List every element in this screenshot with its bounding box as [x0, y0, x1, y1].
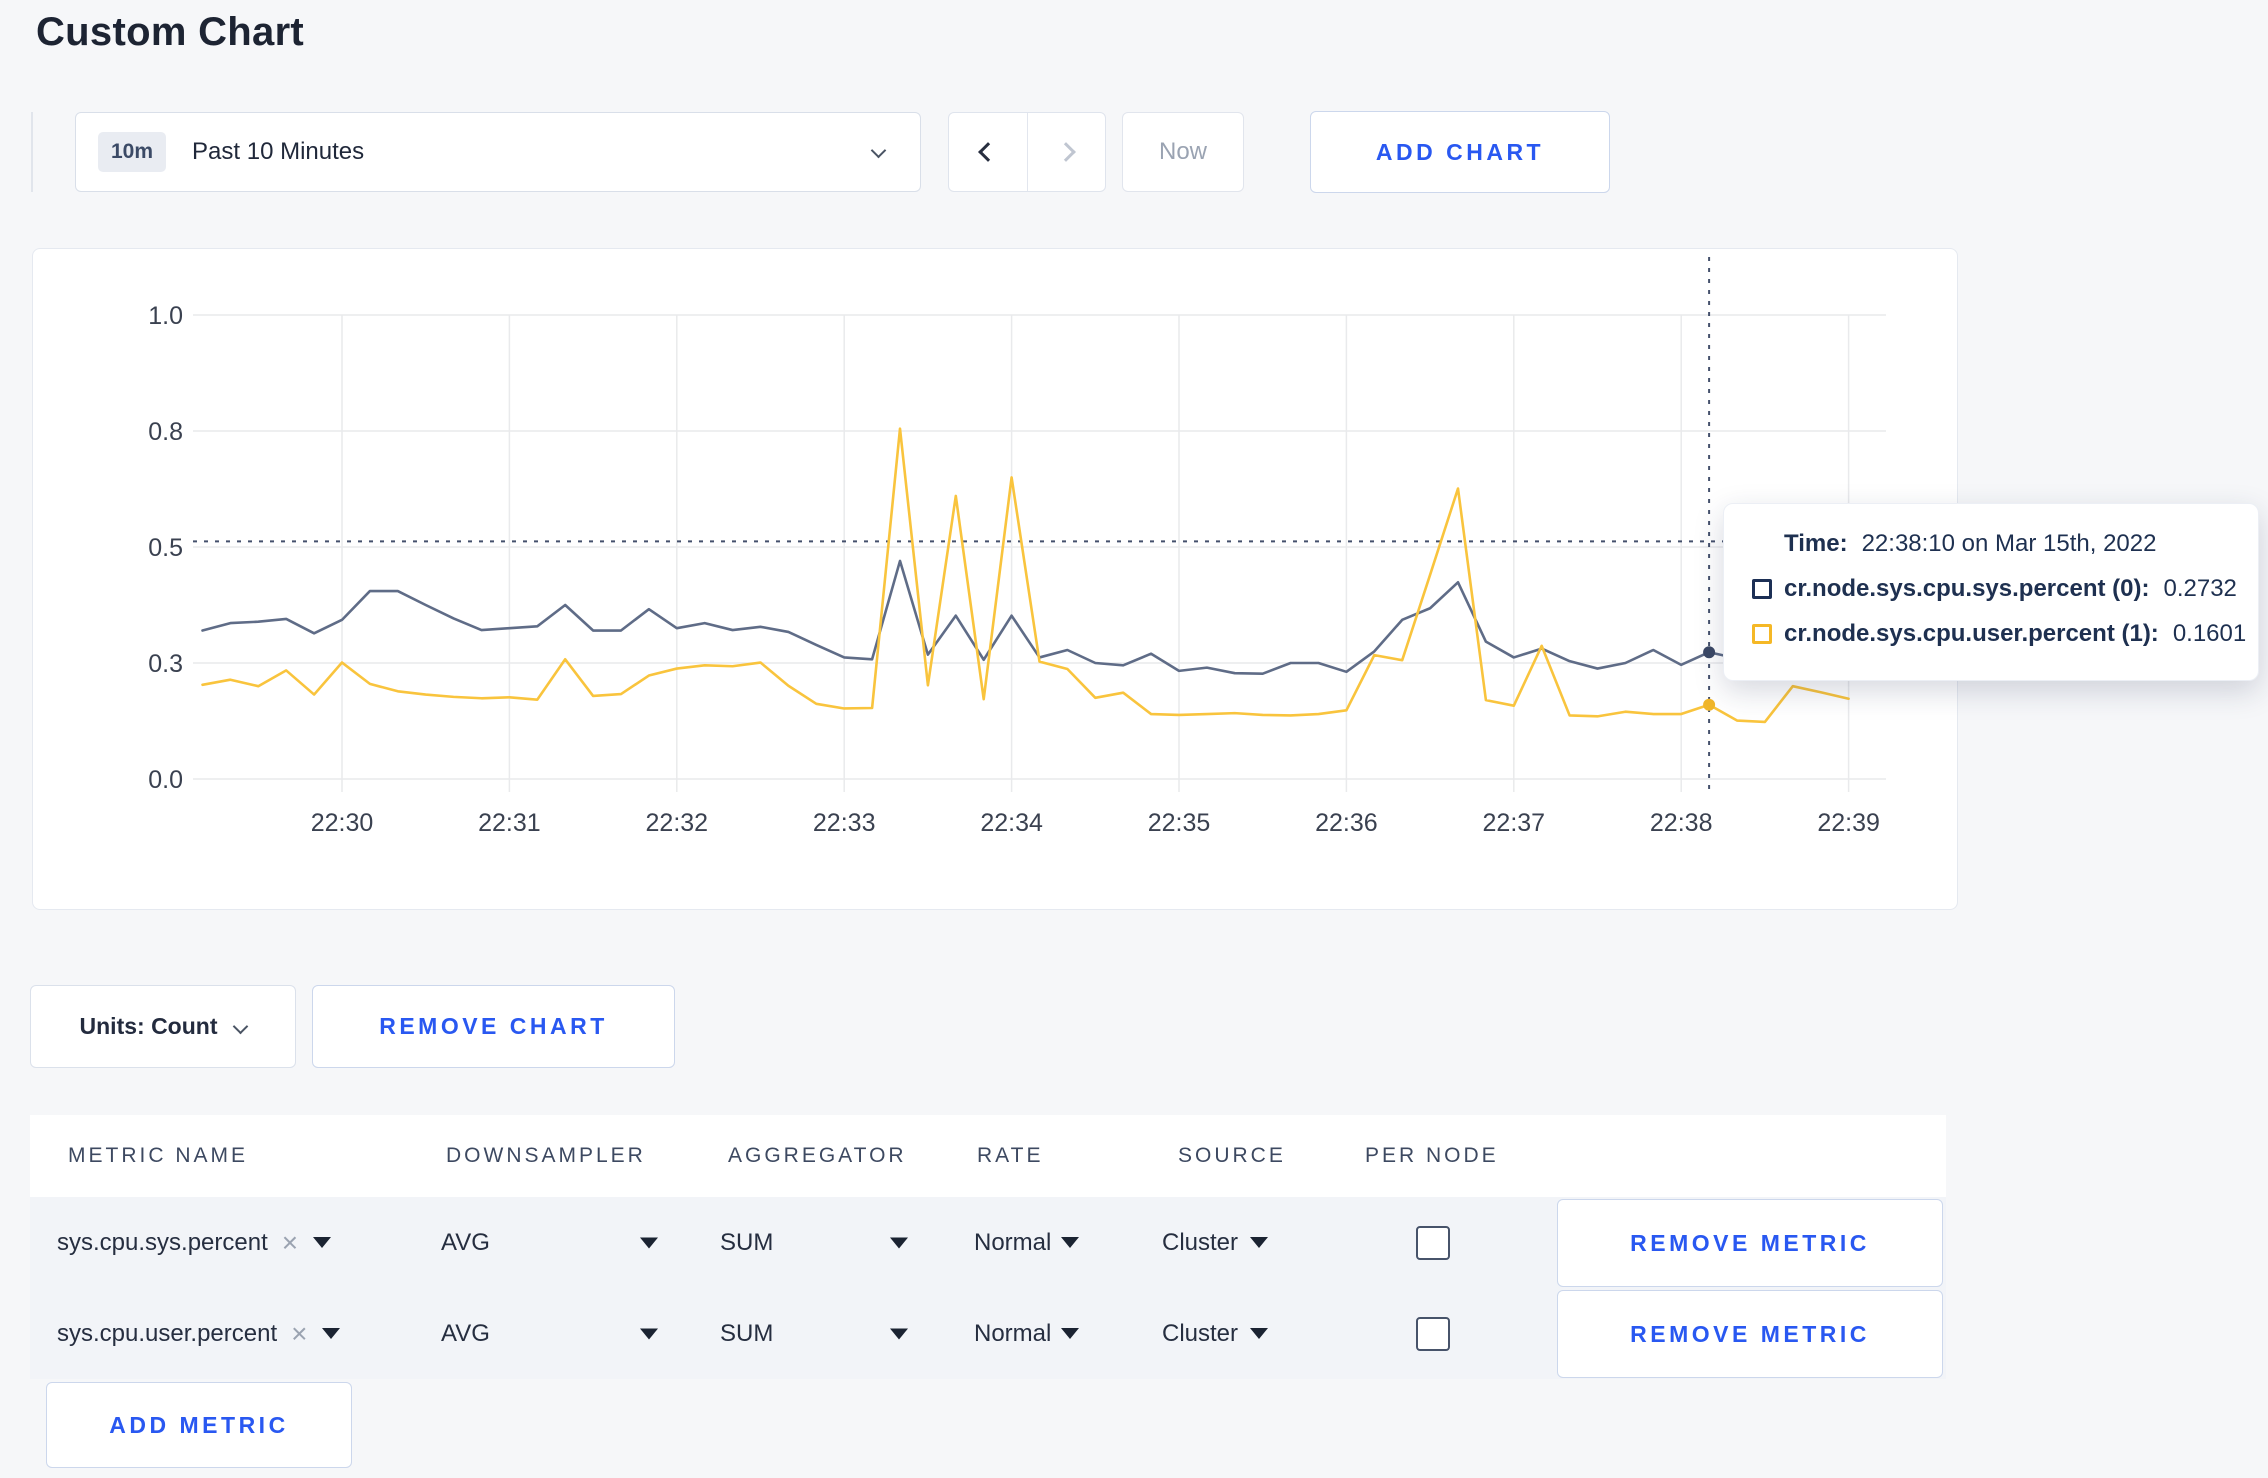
source-select[interactable]: Cluster: [1162, 1319, 1269, 1348]
col-header-rate: RATE: [977, 1144, 1044, 1167]
svg-text:0.8: 0.8: [148, 418, 183, 446]
col-header-aggregator: AGGREGATOR: [728, 1144, 907, 1167]
svg-text:22:37: 22:37: [1483, 809, 1546, 837]
caret-down-icon: [1061, 1237, 1080, 1248]
metrics-table-body: sys.cpu.sys.percent × AVG SUM Normal Clu…: [30, 1197, 1946, 1379]
col-header-source: SOURCE: [1178, 1144, 1286, 1167]
remove-metric-button[interactable]: REMOVE METRIC: [1557, 1199, 1943, 1287]
caret-down-icon: [313, 1237, 332, 1248]
source-label: Cluster: [1162, 1228, 1239, 1256]
add-metric-button[interactable]: ADD METRIC: [46, 1382, 352, 1468]
svg-text:22:32: 22:32: [646, 809, 709, 837]
tooltip-series-row: cr.node.sys.cpu.sys.percent (0): 0.2732: [1752, 574, 2258, 604]
tooltip-series-row: cr.node.sys.cpu.user.percent (1): 0.1601: [1752, 619, 2258, 649]
source-select[interactable]: Cluster: [1162, 1228, 1269, 1257]
caret-down-icon: [1061, 1328, 1080, 1339]
time-range-label: Past 10 Minutes: [192, 138, 365, 165]
chart-card: 0.0 0.3 0.5 0.8 1.0 22:30 22:31 22:32 22:33 22:34…: [32, 248, 1958, 910]
page-title: Custom Chart: [36, 10, 305, 54]
source-label: Cluster: [1162, 1319, 1239, 1347]
metric-name-dropdown[interactable]: sys.cpu.user.percent ×: [57, 1319, 341, 1348]
col-header-downsampler: DOWNSAMPLER: [446, 1144, 646, 1167]
svg-text:22:39: 22:39: [1817, 809, 1880, 837]
aggregator-select[interactable]: SUM: [720, 1320, 773, 1348]
chevron-down-icon: [233, 1018, 249, 1035]
toolbar-divider: [31, 112, 33, 192]
tooltip-time-label: Time:: [1784, 530, 1848, 557]
add-chart-button[interactable]: ADD CHART: [1310, 111, 1610, 193]
tooltip-time-value: 22:38:10 on Mar 15th, 2022: [1861, 530, 2157, 557]
metric-name-dropdown[interactable]: sys.cpu.sys.percent ×: [57, 1228, 332, 1257]
svg-text:0.5: 0.5: [148, 534, 183, 562]
chart-tooltip: Time: 22:38:10 on Mar 15th, 2022 cr.node…: [1723, 503, 2259, 681]
col-header-metric-name: METRIC NAME: [68, 1144, 248, 1167]
per-node-checkbox[interactable]: [1416, 1225, 1450, 1260]
per-node-checkbox[interactable]: [1416, 1316, 1450, 1351]
chevron-right-icon: [1056, 142, 1077, 162]
rate-select[interactable]: Normal: [974, 1228, 1080, 1257]
rate-select[interactable]: Normal: [974, 1319, 1080, 1348]
svg-text:0.0: 0.0: [148, 766, 183, 794]
downsampler-select[interactable]: AVG: [441, 1229, 490, 1257]
remove-chart-button[interactable]: REMOVE CHART: [312, 985, 675, 1068]
svg-text:22:33: 22:33: [813, 809, 876, 837]
table-row: sys.cpu.user.percent × AVG SUM Normal Cl…: [30, 1288, 1946, 1379]
time-forward-button[interactable]: [1028, 113, 1106, 191]
svg-text:22:30: 22:30: [311, 809, 374, 837]
caret-down-icon: [322, 1328, 341, 1339]
svg-text:22:31: 22:31: [478, 809, 541, 837]
tooltip-series-label: cr.node.sys.cpu.sys.percent (0):: [1784, 575, 2150, 602]
svg-text:22:38: 22:38: [1650, 809, 1713, 837]
table-row: sys.cpu.sys.percent × AVG SUM Normal Clu…: [30, 1197, 1946, 1288]
caret-down-icon[interactable]: [640, 1237, 658, 1248]
svg-text:22:35: 22:35: [1148, 809, 1211, 837]
col-header-per-node: PER NODE: [1365, 1144, 1499, 1167]
rate-label: Normal: [974, 1319, 1052, 1347]
tooltip-series-value: 0.2732: [2163, 575, 2237, 602]
aggregator-select[interactable]: SUM: [720, 1229, 773, 1257]
time-back-button[interactable]: [949, 113, 1028, 191]
time-range-select[interactable]: 10m Past 10 Minutes: [75, 112, 921, 192]
svg-text:0.3: 0.3: [148, 650, 183, 678]
remove-tag-icon[interactable]: ×: [291, 1319, 307, 1348]
svg-text:22:34: 22:34: [980, 809, 1043, 837]
tooltip-time-row: Time: 22:38:10 on Mar 15th, 2022: [1752, 529, 2258, 559]
units-label: Units: Count: [79, 1013, 218, 1039]
caret-down-icon[interactable]: [640, 1328, 658, 1339]
svg-text:22:36: 22:36: [1315, 809, 1378, 837]
metric-name-label: sys.cpu.user.percent: [57, 1319, 278, 1347]
chevron-left-icon: [977, 142, 998, 162]
metrics-table: METRIC NAME DOWNSAMPLER AGGREGATOR RATE …: [30, 1115, 1946, 1379]
tooltip-series-label: cr.node.sys.cpu.user.percent (1):: [1784, 620, 2159, 647]
rate-label: Normal: [974, 1228, 1052, 1256]
svg-text:1.0: 1.0: [148, 302, 183, 330]
line-chart-plot[interactable]: 0.0 0.3 0.5 0.8 1.0 22:30 22:31 22:32 22:33 22:34…: [33, 249, 1956, 908]
downsampler-select[interactable]: AVG: [441, 1320, 490, 1348]
remove-metric-button[interactable]: REMOVE METRIC: [1557, 1290, 1943, 1378]
caret-down-icon: [1250, 1237, 1269, 1248]
tooltip-series-value: 0.1601: [2172, 620, 2247, 647]
metrics-table-header: METRIC NAME DOWNSAMPLER AGGREGATOR RATE …: [30, 1115, 1946, 1197]
caret-down-icon: [1250, 1328, 1269, 1339]
time-range-badge: 10m: [98, 132, 167, 172]
sys-series-swatch-icon: [1752, 579, 1772, 599]
remove-tag-icon[interactable]: ×: [282, 1228, 298, 1257]
user-series-swatch-icon: [1752, 624, 1772, 644]
metric-name-label: sys.cpu.sys.percent: [57, 1228, 268, 1256]
chevron-down-icon: [870, 142, 887, 159]
units-dropdown[interactable]: Units: Count: [30, 985, 296, 1068]
now-button[interactable]: Now: [1122, 112, 1244, 192]
time-nav-group: [948, 112, 1106, 192]
caret-down-icon[interactable]: [890, 1237, 908, 1248]
caret-down-icon[interactable]: [890, 1328, 908, 1339]
